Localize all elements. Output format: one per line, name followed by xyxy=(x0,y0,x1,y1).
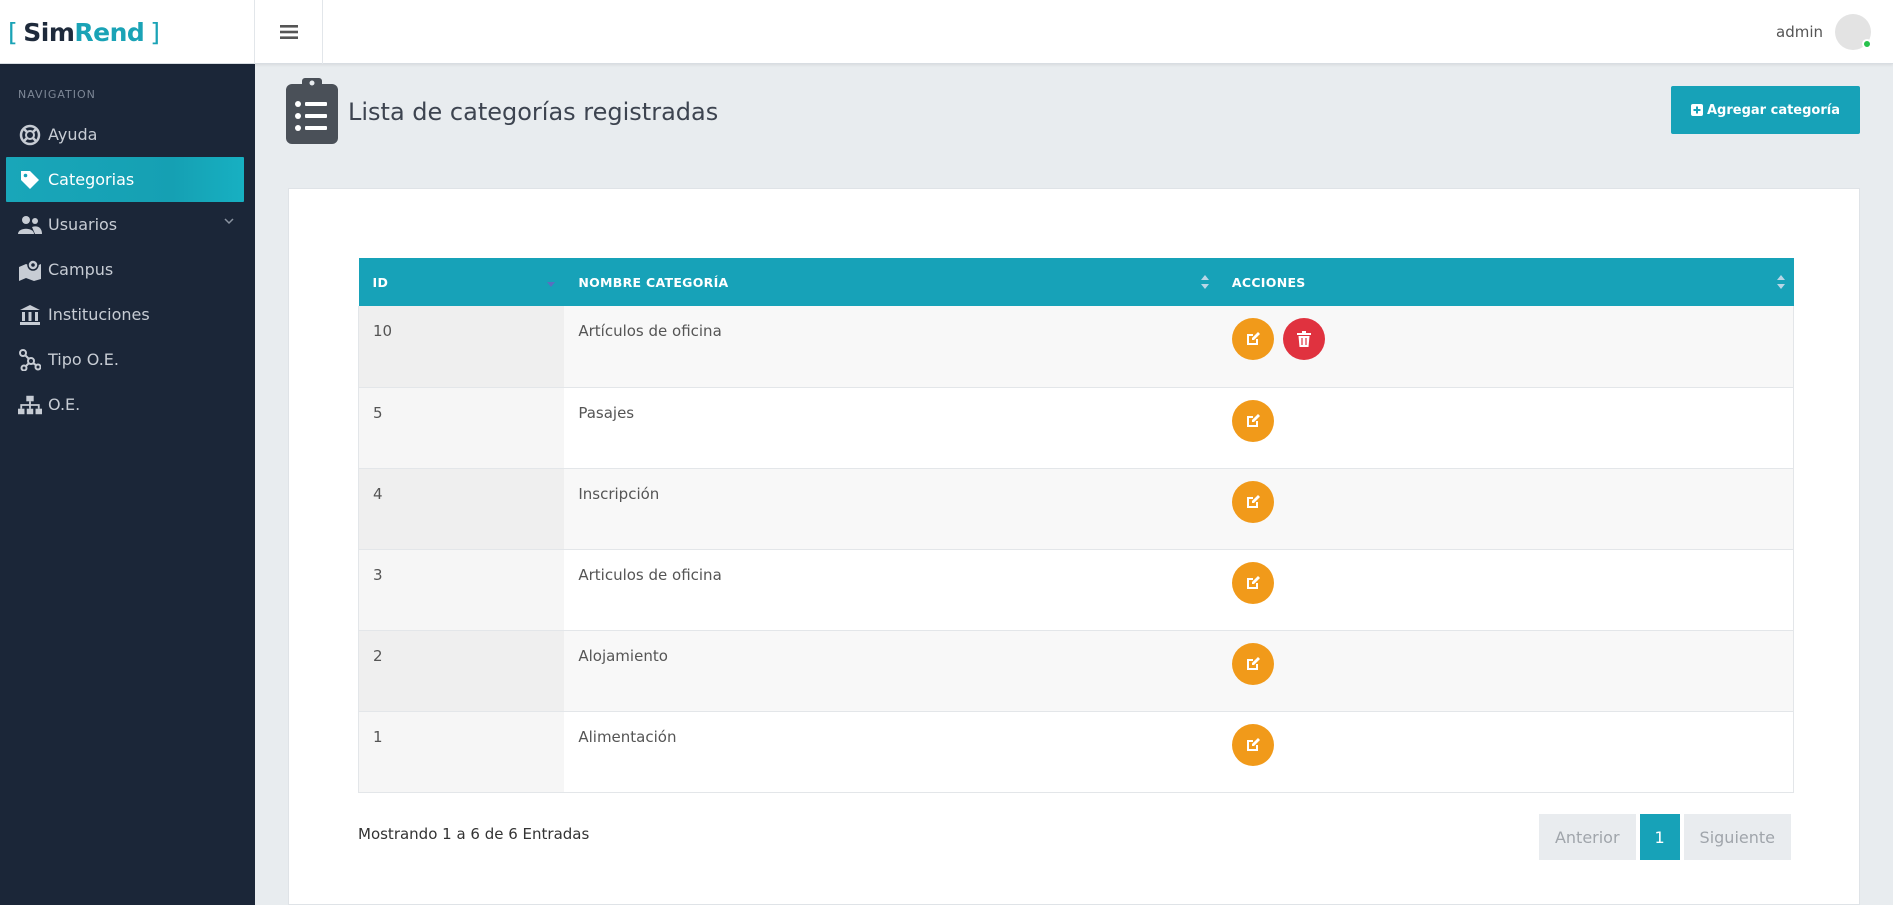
brand-logo[interactable]: [ Sim Rend ] xyxy=(0,0,255,64)
username: admin xyxy=(1776,23,1823,41)
cell-id: 4 xyxy=(358,468,565,549)
brand-bracket-open: [ xyxy=(8,17,18,47)
column-header-label: NOMBRE CATEGORÍA xyxy=(578,274,729,290)
hamburger-icon xyxy=(280,25,298,39)
cell-name: Articulos de oficina xyxy=(578,565,722,584)
cell-actions xyxy=(1217,549,1794,630)
sort-desc-icon xyxy=(547,282,556,287)
brand-sim: Sim xyxy=(23,17,75,47)
sidebar-item-usuarios[interactable]: Usuarios xyxy=(6,202,244,247)
edit-icon xyxy=(1246,494,1260,508)
sidebar-item-campus[interactable]: Campus xyxy=(6,247,244,292)
table-row: 3 Articulos de oficina xyxy=(358,549,1794,630)
cell-id: 5 xyxy=(358,387,565,468)
sidebar-toggle-button[interactable] xyxy=(256,0,323,64)
edit-button[interactable] xyxy=(1231,642,1274,685)
cell-name: Alojamiento xyxy=(578,646,668,665)
column-header-acciones[interactable]: ACCIONES xyxy=(1218,258,1794,306)
cell-id: 2 xyxy=(358,630,565,711)
sidebar-item-label: Tipo O.E. xyxy=(48,350,119,369)
sidebar-item-label: Categorias xyxy=(48,170,135,189)
cell-name: Artículos de oficina xyxy=(578,322,722,340)
pagination: Anterior 1 Siguiente xyxy=(1538,814,1791,860)
sidebar-item-categorias[interactable]: Categorias xyxy=(6,157,244,202)
edit-button[interactable] xyxy=(1231,561,1274,604)
column-header-id[interactable]: ID xyxy=(359,258,565,306)
edit-button[interactable] xyxy=(1231,723,1274,766)
cell-name: Alimentación xyxy=(578,727,677,746)
pagination-previous[interactable]: Anterior xyxy=(1538,814,1636,860)
top-header: [ Sim Rend ] admin xyxy=(0,0,1893,64)
cell-id: 1 xyxy=(358,711,565,792)
hub-icon xyxy=(18,348,42,372)
edit-icon xyxy=(1246,332,1260,345)
edit-button[interactable] xyxy=(1231,318,1274,360)
table-row: 10 Artículos de oficina xyxy=(358,306,1794,387)
content-panel: ID NOMBRE CATEGORÍA ACCIONES 10 Artículo… xyxy=(288,188,1860,905)
sidebar-item-oe[interactable]: O.E. xyxy=(6,382,244,427)
brand-rend: Rend xyxy=(74,17,145,47)
sidebar-item-ayuda[interactable]: Ayuda xyxy=(6,112,244,157)
sidebar-item-tipo-oe[interactable]: Tipo O.E. xyxy=(6,337,244,382)
add-category-button[interactable]: Agregar categoría xyxy=(1671,86,1860,134)
sidebar-item-label: O.E. xyxy=(48,395,81,414)
brand-bracket-close: ] xyxy=(150,17,160,47)
sort-icon xyxy=(1200,275,1209,289)
chevron-down-icon xyxy=(224,218,234,225)
cell-actions xyxy=(1217,306,1794,387)
cell-id: 10 xyxy=(358,306,565,387)
cell-actions xyxy=(1217,711,1794,792)
column-header-label: ACCIONES xyxy=(1231,274,1306,290)
table-row: 2 Alojamiento xyxy=(358,630,1794,711)
nav-heading: NAVIGATION xyxy=(18,88,96,101)
edit-icon xyxy=(1246,656,1260,670)
table-row: 5 Pasajes xyxy=(358,387,1794,468)
sidebar-item-label: Ayuda xyxy=(48,125,98,144)
pagination-page-1[interactable]: 1 xyxy=(1639,814,1680,860)
lifebuoy-icon xyxy=(18,123,42,147)
sidebar-item-instituciones[interactable]: Instituciones xyxy=(6,292,244,337)
pagination-next[interactable]: Siguiente xyxy=(1683,814,1791,860)
page-title: Lista de categorías registradas xyxy=(348,98,719,126)
tag-icon xyxy=(18,168,42,192)
edit-icon xyxy=(1246,413,1260,427)
cell-actions xyxy=(1217,468,1794,549)
edit-icon xyxy=(1246,737,1260,751)
bank-icon xyxy=(18,303,42,327)
table-row: 1 Alimentación xyxy=(358,711,1794,792)
sidebar-item-label: Instituciones xyxy=(48,305,150,324)
sidebar: NAVIGATION Ayuda Categorias Usuarios Cam… xyxy=(0,64,255,905)
map-icon xyxy=(18,258,42,282)
user-menu[interactable]: admin xyxy=(1776,12,1872,52)
delete-button[interactable] xyxy=(1282,318,1325,360)
table-row: 4 Inscripción xyxy=(358,468,1794,549)
plus-square-icon xyxy=(1691,104,1703,116)
edit-button[interactable] xyxy=(1231,399,1274,442)
edit-button[interactable] xyxy=(1231,480,1274,523)
users-icon xyxy=(18,213,42,237)
cell-name: Pasajes xyxy=(578,403,635,422)
column-header-nombre[interactable]: NOMBRE CATEGORÍA xyxy=(564,258,1218,306)
add-category-label: Agregar categoría xyxy=(1707,102,1840,118)
sitemap-icon xyxy=(18,393,42,417)
sort-icon xyxy=(1776,275,1785,289)
trash-icon xyxy=(1296,331,1311,347)
avatar[interactable] xyxy=(1835,14,1872,50)
table-header-row: ID NOMBRE CATEGORÍA ACCIONES xyxy=(358,258,1794,306)
cell-actions xyxy=(1217,630,1794,711)
sidebar-item-label: Usuarios xyxy=(48,215,118,234)
cell-id: 3 xyxy=(358,549,565,630)
table-info: Mostrando 1 a 6 de 6 Entradas xyxy=(358,825,590,843)
cell-name: Inscripción xyxy=(578,484,660,503)
edit-icon xyxy=(1246,575,1260,589)
online-status-dot xyxy=(1862,39,1872,49)
column-header-label: ID xyxy=(372,274,389,290)
clipboard-list-icon xyxy=(286,78,338,144)
categories-table: ID NOMBRE CATEGORÍA ACCIONES 10 Artículo… xyxy=(358,258,1794,793)
sidebar-item-label: Campus xyxy=(48,260,114,279)
cell-actions xyxy=(1217,387,1794,468)
